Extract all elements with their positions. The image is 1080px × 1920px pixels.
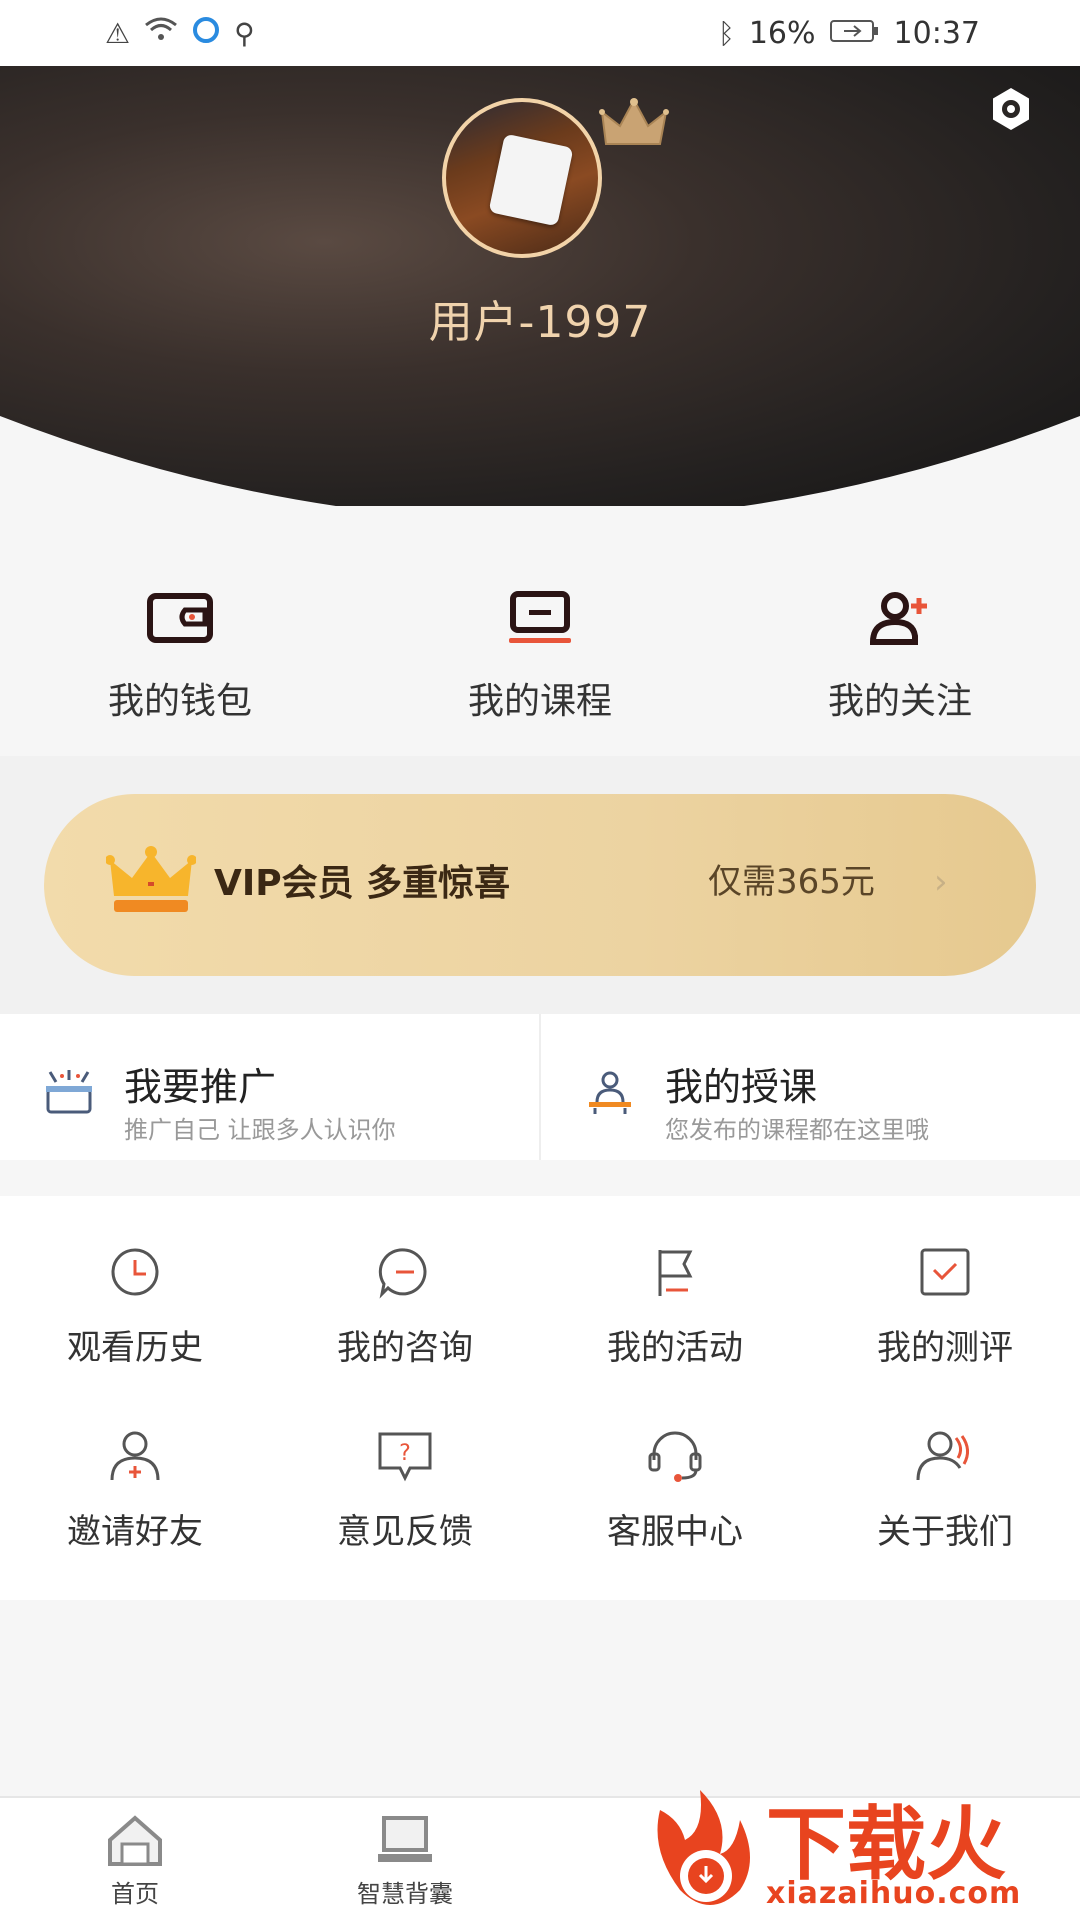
usb-icon: ⚲: [234, 16, 255, 50]
follow-icon: [869, 592, 927, 645]
menu-label: 我的活动: [607, 1328, 743, 1368]
wifi-icon: [144, 17, 178, 50]
menu-item-service[interactable]: 客服中心: [540, 1398, 810, 1582]
promo-subtitle: 推广自己 让跟多人认识你: [124, 1116, 396, 1144]
battery-icon: [829, 16, 880, 51]
menu-item-about[interactable]: 关于我们: [810, 1398, 1080, 1582]
promo-card-teach[interactable]: 我的授课 您发布的课程都在这里哦: [539, 1014, 1080, 1160]
nav-knowledge[interactable]: 智慧背囊: [270, 1798, 540, 1920]
home-icon: [108, 1815, 162, 1866]
promo-card-promote[interactable]: 我要推广 推广自己 让跟多人认识你: [0, 1014, 539, 1160]
menu-item-feedback[interactable]: ? 意见反馈: [270, 1398, 540, 1582]
crown-icon: [598, 94, 670, 154]
course-icon: [509, 591, 571, 643]
watermark-url: xiazaihuo.com: [766, 1876, 1022, 1911]
flag-icon: [658, 1250, 693, 1296]
quick-action-wallet[interactable]: 我的钱包: [30, 560, 330, 756]
status-bar: ⚠ ⚲ ᛒ 16% 10:37: [0, 0, 1080, 66]
feedback-icon: ?: [378, 1432, 432, 1482]
battery-percent: 16%: [748, 15, 816, 51]
svg-text:?: ?: [399, 1441, 411, 1466]
username: 用户-1997: [428, 297, 652, 348]
vip-price: 仅需365元: [708, 862, 875, 902]
promote-icon: [46, 1070, 92, 1114]
invite-icon: [110, 1431, 160, 1481]
avatar-image: [442, 98, 602, 258]
menu-item-history[interactable]: 观看历史: [0, 1214, 270, 1398]
vip-section: VIP会员 多重惊喜 仅需365元 ›: [0, 756, 1080, 1014]
menu-label: 我的测评: [877, 1328, 1013, 1368]
promo-title: 我要推广: [124, 1065, 277, 1109]
wallet-icon: [147, 593, 213, 643]
promo-subtitle: 您发布的课程都在这里哦: [665, 1116, 929, 1144]
nav-home[interactable]: 首页: [0, 1798, 270, 1920]
menu-label: 邀请好友: [67, 1512, 203, 1552]
promo-row: 我要推广 推广自己 让跟多人认识你 我的授课 您发布的课程都在这里哦: [0, 1014, 1080, 1160]
vip-banner[interactable]: VIP会员 多重惊喜 仅需365元 ›: [44, 794, 1036, 976]
avatar[interactable]: [442, 98, 602, 258]
status-right: ᛒ 16% 10:37: [718, 16, 980, 51]
menu-item-invite[interactable]: 邀请好友: [0, 1398, 270, 1582]
menu-item-activity[interactable]: 我的活动: [540, 1214, 810, 1398]
headset-icon: [648, 1431, 702, 1482]
about-icon: [916, 1431, 969, 1481]
quick-action-label: 我的课程: [467, 681, 612, 722]
teach-icon: [589, 1071, 631, 1114]
bluetooth-icon: ᛒ: [718, 16, 735, 50]
alert-icon: ⚠: [105, 16, 131, 50]
nav-label: 智慧背囊: [357, 1880, 453, 1908]
nav-label: 首页: [111, 1880, 159, 1908]
quick-action-course[interactable]: 我的课程: [390, 560, 690, 756]
flame-logo-icon: [657, 1790, 750, 1905]
quick-action-label: 我的关注: [827, 681, 972, 722]
menu-label: 客服中心: [607, 1512, 743, 1552]
settings-icon[interactable]: [988, 86, 1034, 132]
quick-actions: 我的钱包 我的课程 我的关注: [0, 560, 1080, 756]
menu-grid: 观看历史 我的咨询 我的活动 我的测评 邀请好友 ? 意见反馈 客服中心 关于我…: [0, 1196, 1080, 1600]
check-icon: [920, 1248, 970, 1296]
vip-title: VIP会员 多重惊喜: [214, 863, 511, 904]
profile-header: 用户-1997: [0, 66, 1080, 506]
consult-icon: [378, 1248, 427, 1299]
menu-label: 关于我们: [877, 1512, 1013, 1552]
menu-label: 意见反馈: [337, 1512, 473, 1552]
menu-label: 观看历史: [67, 1328, 203, 1368]
avatar-phone: [488, 133, 574, 227]
quick-action-follow[interactable]: 我的关注: [750, 560, 1050, 756]
watermark-logo: 下载火 xiazaihuo.com: [640, 1780, 1080, 1920]
clock-time: 10:37: [893, 15, 980, 51]
menu-grid-section: 观看历史 我的咨询 我的活动 我的测评 邀请好友 ? 意见反馈 客服中心 关于我…: [0, 1196, 1080, 1600]
status-left: ⚠ ⚲: [105, 16, 255, 51]
quick-action-label: 我的钱包: [107, 681, 252, 722]
menu-label: 我的咨询: [337, 1328, 473, 1368]
profile-page: ⚠ ⚲ ᛒ 16% 10:37 用户-1997 我的钱包 我的课程 我的关注 V…: [0, 0, 1080, 1920]
menu-item-evaluation[interactable]: 我的测评: [810, 1214, 1080, 1398]
chevron-right-icon: ›: [934, 862, 948, 902]
menu-item-consult[interactable]: 我的咨询: [270, 1214, 540, 1398]
laptop-icon: [378, 1816, 432, 1862]
vip-crown-icon: [106, 846, 196, 912]
clock-icon: [111, 1248, 159, 1296]
browser-icon: [192, 16, 220, 51]
promo-title: 我的授课: [665, 1065, 818, 1109]
